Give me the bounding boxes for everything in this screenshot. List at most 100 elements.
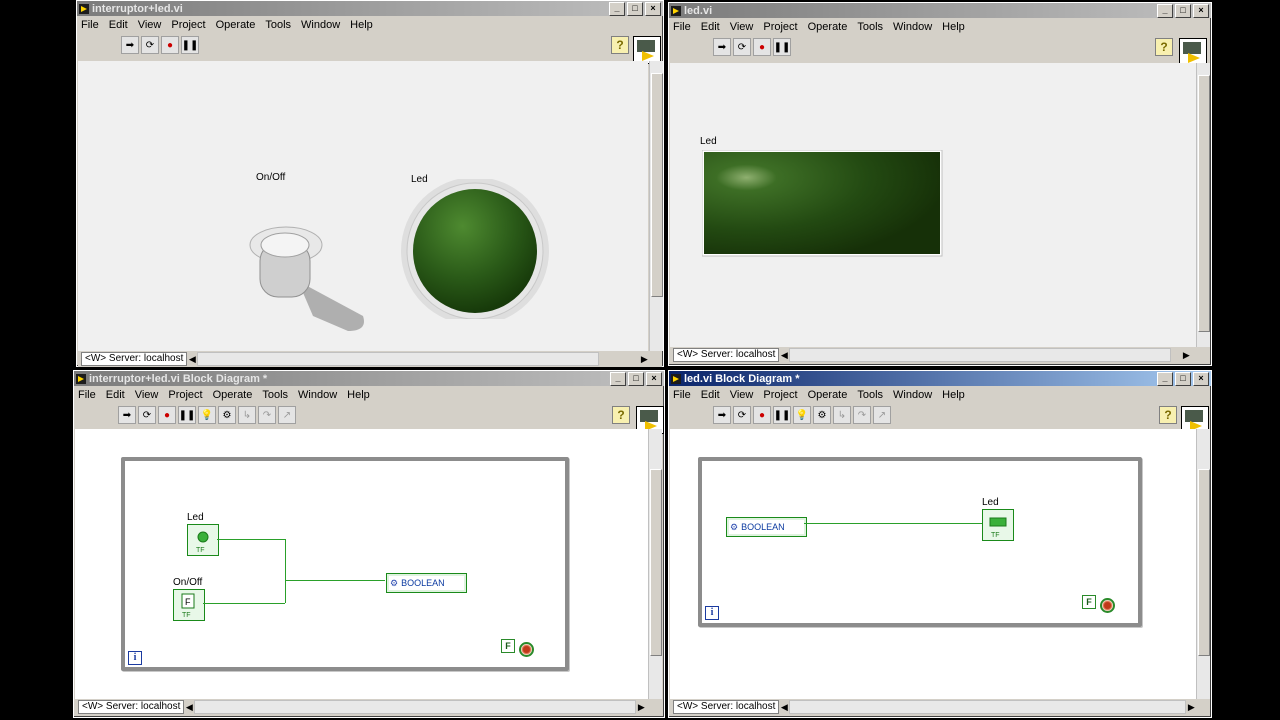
while-loop[interactable] bbox=[698, 457, 1142, 627]
vertical-scrollbar[interactable] bbox=[649, 61, 663, 351]
menu-help[interactable]: Help bbox=[942, 21, 965, 33]
vertical-scrollbar[interactable] bbox=[1196, 63, 1210, 347]
pause-icon[interactable]: ❚❚ bbox=[181, 36, 199, 54]
menu-file[interactable]: File bbox=[673, 21, 691, 33]
title-bar[interactable]: interruptor+led.vi Block Diagram * _ □ × bbox=[74, 371, 664, 386]
menu-view[interactable]: View bbox=[730, 21, 754, 33]
vi-icon[interactable] bbox=[1179, 38, 1207, 66]
wire-vertical[interactable] bbox=[285, 539, 286, 603]
boolean-property-node[interactable]: ⚙ BOOLEAN bbox=[726, 517, 807, 537]
menu-window[interactable]: Window bbox=[893, 21, 932, 33]
menu-window[interactable]: Window bbox=[893, 389, 932, 401]
scroll-left-icon[interactable]: ◀ bbox=[187, 354, 197, 365]
run-arrow-icon[interactable]: ➡ bbox=[118, 406, 136, 424]
abort-icon[interactable]: ● bbox=[161, 36, 179, 54]
pause-icon[interactable]: ❚❚ bbox=[178, 406, 196, 424]
menu-window[interactable]: Window bbox=[301, 19, 340, 31]
menu-view[interactable]: View bbox=[138, 19, 162, 31]
run-continuously-icon[interactable]: ⟳ bbox=[733, 406, 751, 424]
led-indicator-terminal[interactable]: TF bbox=[982, 509, 1014, 541]
pause-icon[interactable]: ❚❚ bbox=[773, 406, 791, 424]
menu-operate[interactable]: Operate bbox=[808, 21, 848, 33]
title-bar[interactable]: led.vi Block Diagram * _ □ × bbox=[669, 371, 1211, 386]
menu-view[interactable]: View bbox=[135, 389, 159, 401]
menu-tools[interactable]: Tools bbox=[265, 19, 291, 31]
step-over-icon[interactable]: ↷ bbox=[853, 406, 871, 424]
false-constant[interactable]: F bbox=[1082, 595, 1096, 609]
vi-icon[interactable] bbox=[633, 36, 661, 64]
abort-icon[interactable]: ● bbox=[158, 406, 176, 424]
menu-operate[interactable]: Operate bbox=[213, 389, 253, 401]
front-panel-canvas[interactable]: Led bbox=[670, 63, 1196, 347]
run-continuously-icon[interactable]: ⟳ bbox=[733, 38, 751, 56]
menu-operate[interactable]: Operate bbox=[216, 19, 256, 31]
close-button[interactable]: × bbox=[1193, 371, 1209, 386]
scroll-left-icon[interactable]: ◀ bbox=[184, 702, 194, 713]
title-bar[interactable]: led.vi _ □ × bbox=[669, 3, 1211, 18]
block-diagram-canvas[interactable]: Led TF On/Off F TF ⚙ BOOLEAN F i bbox=[75, 429, 648, 699]
menu-help[interactable]: Help bbox=[942, 389, 965, 401]
abort-icon[interactable]: ● bbox=[753, 38, 771, 56]
menu-edit[interactable]: Edit bbox=[106, 389, 125, 401]
scroll-thumb[interactable] bbox=[650, 469, 662, 656]
horizontal-scrollbar[interactable] bbox=[194, 700, 637, 714]
toggle-switch[interactable] bbox=[238, 221, 378, 336]
led-indicator-terminal[interactable]: TF bbox=[187, 524, 219, 556]
menu-file[interactable]: File bbox=[78, 389, 96, 401]
front-panel-canvas[interactable]: On/Off Led bbox=[78, 61, 648, 351]
vertical-scrollbar[interactable] bbox=[648, 429, 662, 699]
close-button[interactable]: × bbox=[646, 371, 662, 386]
step-into-icon[interactable]: ↳ bbox=[833, 406, 851, 424]
menu-tools[interactable]: Tools bbox=[857, 389, 883, 401]
vertical-scrollbar[interactable] bbox=[1196, 429, 1210, 699]
close-button[interactable]: × bbox=[645, 1, 661, 16]
step-out-icon[interactable]: ↗ bbox=[873, 406, 891, 424]
highlight-execution-icon[interactable]: 💡 bbox=[793, 406, 811, 424]
menu-project[interactable]: Project bbox=[763, 21, 797, 33]
minimize-button[interactable]: _ bbox=[1157, 3, 1173, 18]
scroll-right-icon[interactable]: ▶ bbox=[636, 702, 646, 713]
menu-file[interactable]: File bbox=[673, 389, 691, 401]
run-arrow-icon[interactable]: ➡ bbox=[121, 36, 139, 54]
run-continuously-icon[interactable]: ⟳ bbox=[141, 36, 159, 54]
wire-boolean-to-led[interactable] bbox=[804, 523, 982, 524]
block-diagram-canvas[interactable]: ⚙ BOOLEAN Led TF F i bbox=[670, 429, 1196, 699]
horizontal-scrollbar[interactable] bbox=[789, 348, 1172, 362]
maximize-button[interactable]: □ bbox=[1175, 371, 1191, 386]
scroll-thumb[interactable] bbox=[1198, 469, 1210, 656]
horizontal-scrollbar[interactable] bbox=[789, 700, 1187, 714]
scroll-left-icon[interactable]: ◀ bbox=[779, 350, 789, 361]
scroll-thumb[interactable] bbox=[651, 73, 663, 297]
scroll-thumb[interactable] bbox=[1198, 75, 1210, 332]
minimize-button[interactable]: _ bbox=[1157, 371, 1173, 386]
step-out-icon[interactable]: ↗ bbox=[278, 406, 296, 424]
pause-icon[interactable]: ❚❚ bbox=[773, 38, 791, 56]
context-help-icon[interactable]: ? bbox=[1155, 38, 1173, 56]
menu-view[interactable]: View bbox=[730, 389, 754, 401]
menu-tools[interactable]: Tools bbox=[262, 389, 288, 401]
menu-project[interactable]: Project bbox=[171, 19, 205, 31]
menu-operate[interactable]: Operate bbox=[808, 389, 848, 401]
maximize-button[interactable]: □ bbox=[628, 371, 644, 386]
run-continuously-icon[interactable]: ⟳ bbox=[138, 406, 156, 424]
scroll-right-icon[interactable]: ▶ bbox=[1181, 350, 1191, 361]
boolean-property-node[interactable]: ⚙ BOOLEAN bbox=[386, 573, 467, 593]
menu-tools[interactable]: Tools bbox=[857, 21, 883, 33]
maximize-button[interactable]: □ bbox=[627, 1, 643, 16]
menu-edit[interactable]: Edit bbox=[701, 21, 720, 33]
menu-help[interactable]: Help bbox=[350, 19, 373, 31]
retain-wire-values-icon[interactable]: ⚙ bbox=[218, 406, 236, 424]
scroll-left-icon[interactable]: ◀ bbox=[779, 702, 789, 713]
maximize-button[interactable]: □ bbox=[1175, 3, 1191, 18]
false-constant[interactable]: F bbox=[501, 639, 515, 653]
minimize-button[interactable]: _ bbox=[609, 1, 625, 16]
menu-help[interactable]: Help bbox=[347, 389, 370, 401]
wire-to-boolean[interactable] bbox=[285, 580, 385, 581]
menu-file[interactable]: File bbox=[81, 19, 99, 31]
abort-icon[interactable]: ● bbox=[753, 406, 771, 424]
menu-window[interactable]: Window bbox=[298, 389, 337, 401]
menu-project[interactable]: Project bbox=[168, 389, 202, 401]
stop-condition-icon[interactable] bbox=[1100, 598, 1115, 613]
scroll-right-icon[interactable]: ▶ bbox=[639, 354, 649, 365]
onoff-control-terminal[interactable]: F TF bbox=[173, 589, 205, 621]
